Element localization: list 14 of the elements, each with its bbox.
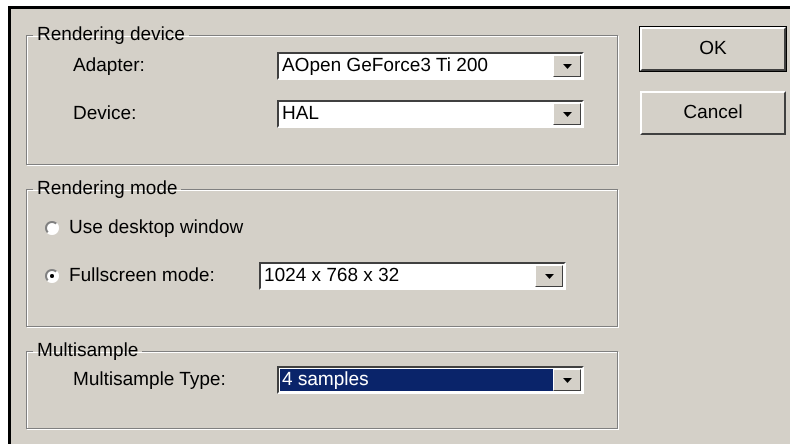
dialog-button[interactable]: OK xyxy=(640,27,786,71)
radio-option[interactable]: Fullscreen mode: xyxy=(27,265,259,287)
radio-option[interactable]: Use desktop window xyxy=(27,217,259,239)
field-label: Device: xyxy=(72,103,138,125)
field-label: Multisample Type: xyxy=(72,369,227,391)
dropdown[interactable]: AOpen GeForce3 Ti 200 xyxy=(277,52,584,80)
group-title: Multisample xyxy=(36,341,140,361)
group-title: Rendering device xyxy=(36,25,186,45)
dropdown[interactable]: HAL xyxy=(277,100,584,128)
field-label: Adapter: xyxy=(72,55,146,77)
dialog-button[interactable]: Cancel xyxy=(640,91,786,135)
group-title: Rendering mode xyxy=(36,179,178,199)
dropdown[interactable]: 4 samples xyxy=(277,366,584,394)
dropdown[interactable]: 1024 x 768 x 32 xyxy=(259,262,566,290)
